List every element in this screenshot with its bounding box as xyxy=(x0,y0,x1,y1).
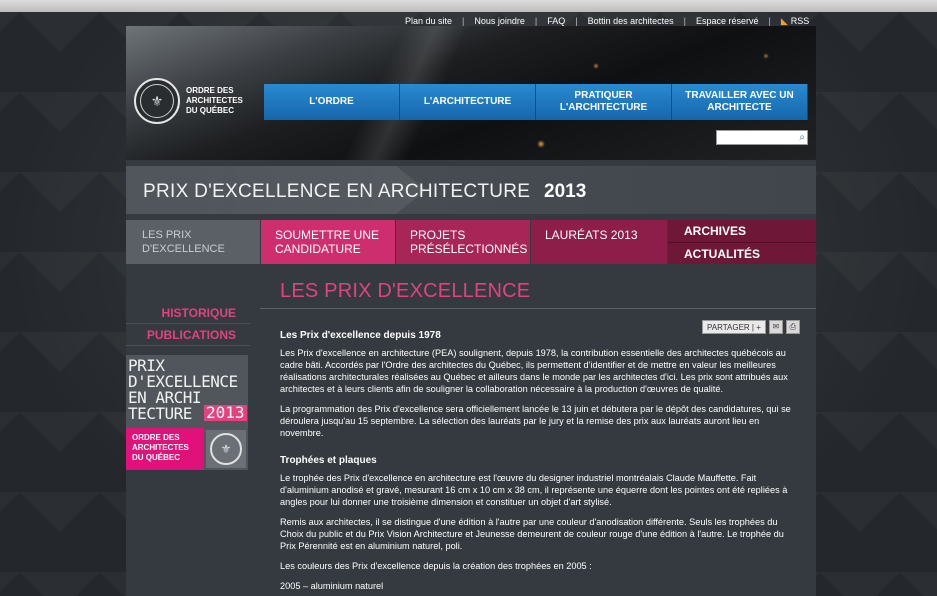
sub-tab-les-prix[interactable]: LES PRIX D'EXCELLENCE xyxy=(126,220,260,264)
title-divider xyxy=(260,308,816,309)
section-heading: Trophées et plaques xyxy=(280,455,377,466)
sidebar: HISTORIQUE PUBLICATIONS xyxy=(126,280,250,346)
site-header: ⚜ ORDRE DES ARCHITECTES DU QUÉBEC L'ORDR… xyxy=(126,26,816,160)
paragraph: Remis aux architectes, il se distingue d… xyxy=(280,517,784,551)
sub-tab-archives[interactable]: ARCHIVES xyxy=(668,220,816,242)
utility-link-directory[interactable]: Bottin des architectes xyxy=(578,16,684,26)
sidebar-item-publications[interactable]: PUBLICATIONS xyxy=(126,324,250,346)
paragraph: La programmation des Prix d'excellence s… xyxy=(280,404,791,438)
rss-label: RSS xyxy=(790,15,810,26)
paragraph: Les Prix d'excellence en architecture (P… xyxy=(280,348,788,394)
main-content: LES PRIX D'EXCELLENCE PARTAGER | + ✉ ⎙ L… xyxy=(260,280,816,596)
promo-year: 2013 xyxy=(204,403,247,422)
seal-icon: ⚜ xyxy=(134,78,180,124)
sidebar-item-historique[interactable]: HISTORIQUE xyxy=(126,302,250,324)
page-container: ⚜ ORDRE DES ARCHITECTES DU QUÉBEC L'ORDR… xyxy=(126,26,816,596)
sub-tab-actualites[interactable]: ACTUALITÉS xyxy=(668,242,816,264)
paragraph: Les couleurs des Prix d'excellence depui… xyxy=(280,561,592,571)
main-nav-pratiquer[interactable]: PRATIQUER L'ARCHITECTURE xyxy=(536,84,672,120)
section-banner: PRIX D'EXCELLENCE EN ARCHITECTURE 2013 xyxy=(126,166,816,214)
sub-tab-soumettre[interactable]: SOUMETTRE UNE CANDIDATURE xyxy=(261,220,395,264)
logo-text: ORDRE DES ARCHITECTES DU QUÉBEC xyxy=(186,86,243,115)
article: Les Prix d'excellence depuis 1978 Les Pr… xyxy=(280,330,800,596)
main-nav-ordre[interactable]: L'ORDRE xyxy=(264,84,400,120)
seal-icon: ⚜ xyxy=(210,433,242,465)
section-heading: Les Prix d'excellence depuis 1978 xyxy=(280,330,441,341)
main-nav-architecture[interactable]: L'ARCHITECTURE xyxy=(400,84,536,120)
window-top-strip xyxy=(0,0,937,12)
utility-link-members[interactable]: Espace réservé xyxy=(686,16,769,26)
promo-org: ORDRE DES ARCHITECTES DU QUÉBEC xyxy=(126,428,204,470)
rss-icon: ◣ xyxy=(780,15,788,26)
sub-tab-stack: ARCHIVES ACTUALITÉS xyxy=(668,220,816,264)
paragraph: Le trophée des Prix d'excellence en arch… xyxy=(280,473,788,507)
utility-link-faq[interactable]: FAQ xyxy=(537,16,575,26)
main-nav-travailler[interactable]: TRAVAILLER AVEC UN ARCHITECTE xyxy=(672,84,808,120)
paragraph: 2005 – aluminium naturel xyxy=(280,581,384,591)
site-logo[interactable]: ⚜ ORDRE DES ARCHITECTES DU QUÉBEC xyxy=(134,78,243,124)
utility-link-contact[interactable]: Nous joindre xyxy=(464,16,535,26)
main-nav: L'ORDRE L'ARCHITECTURE PRATIQUER L'ARCHI… xyxy=(264,84,808,120)
search-icon[interactable]: ⌕ xyxy=(799,132,805,143)
sub-tab-laureats[interactable]: LAURÉATS 2013 xyxy=(531,220,667,264)
utility-link-plan[interactable]: Plan du site xyxy=(395,16,462,26)
banner-title: PRIX D'EXCELLENCE EN ARCHITECTURE xyxy=(143,181,531,202)
search-input[interactable]: ⌕ xyxy=(716,130,808,145)
sub-tab-projets[interactable]: PROJETS PRÉSÉLECTIONNÉS xyxy=(396,220,530,264)
promo-block[interactable]: PRIX D'EXCELLENCE EN ARCHI TECTURE 2013 … xyxy=(126,355,248,470)
utility-link-rss[interactable]: ◣ RSS xyxy=(771,16,819,27)
promo-seal: ⚜ xyxy=(206,430,246,468)
page-title: LES PRIX D'EXCELLENCE xyxy=(280,280,531,302)
banner-year: 2013 xyxy=(544,181,587,202)
sub-nav: LES PRIX D'EXCELLENCE SOUMETTRE UNE CAND… xyxy=(126,220,816,264)
